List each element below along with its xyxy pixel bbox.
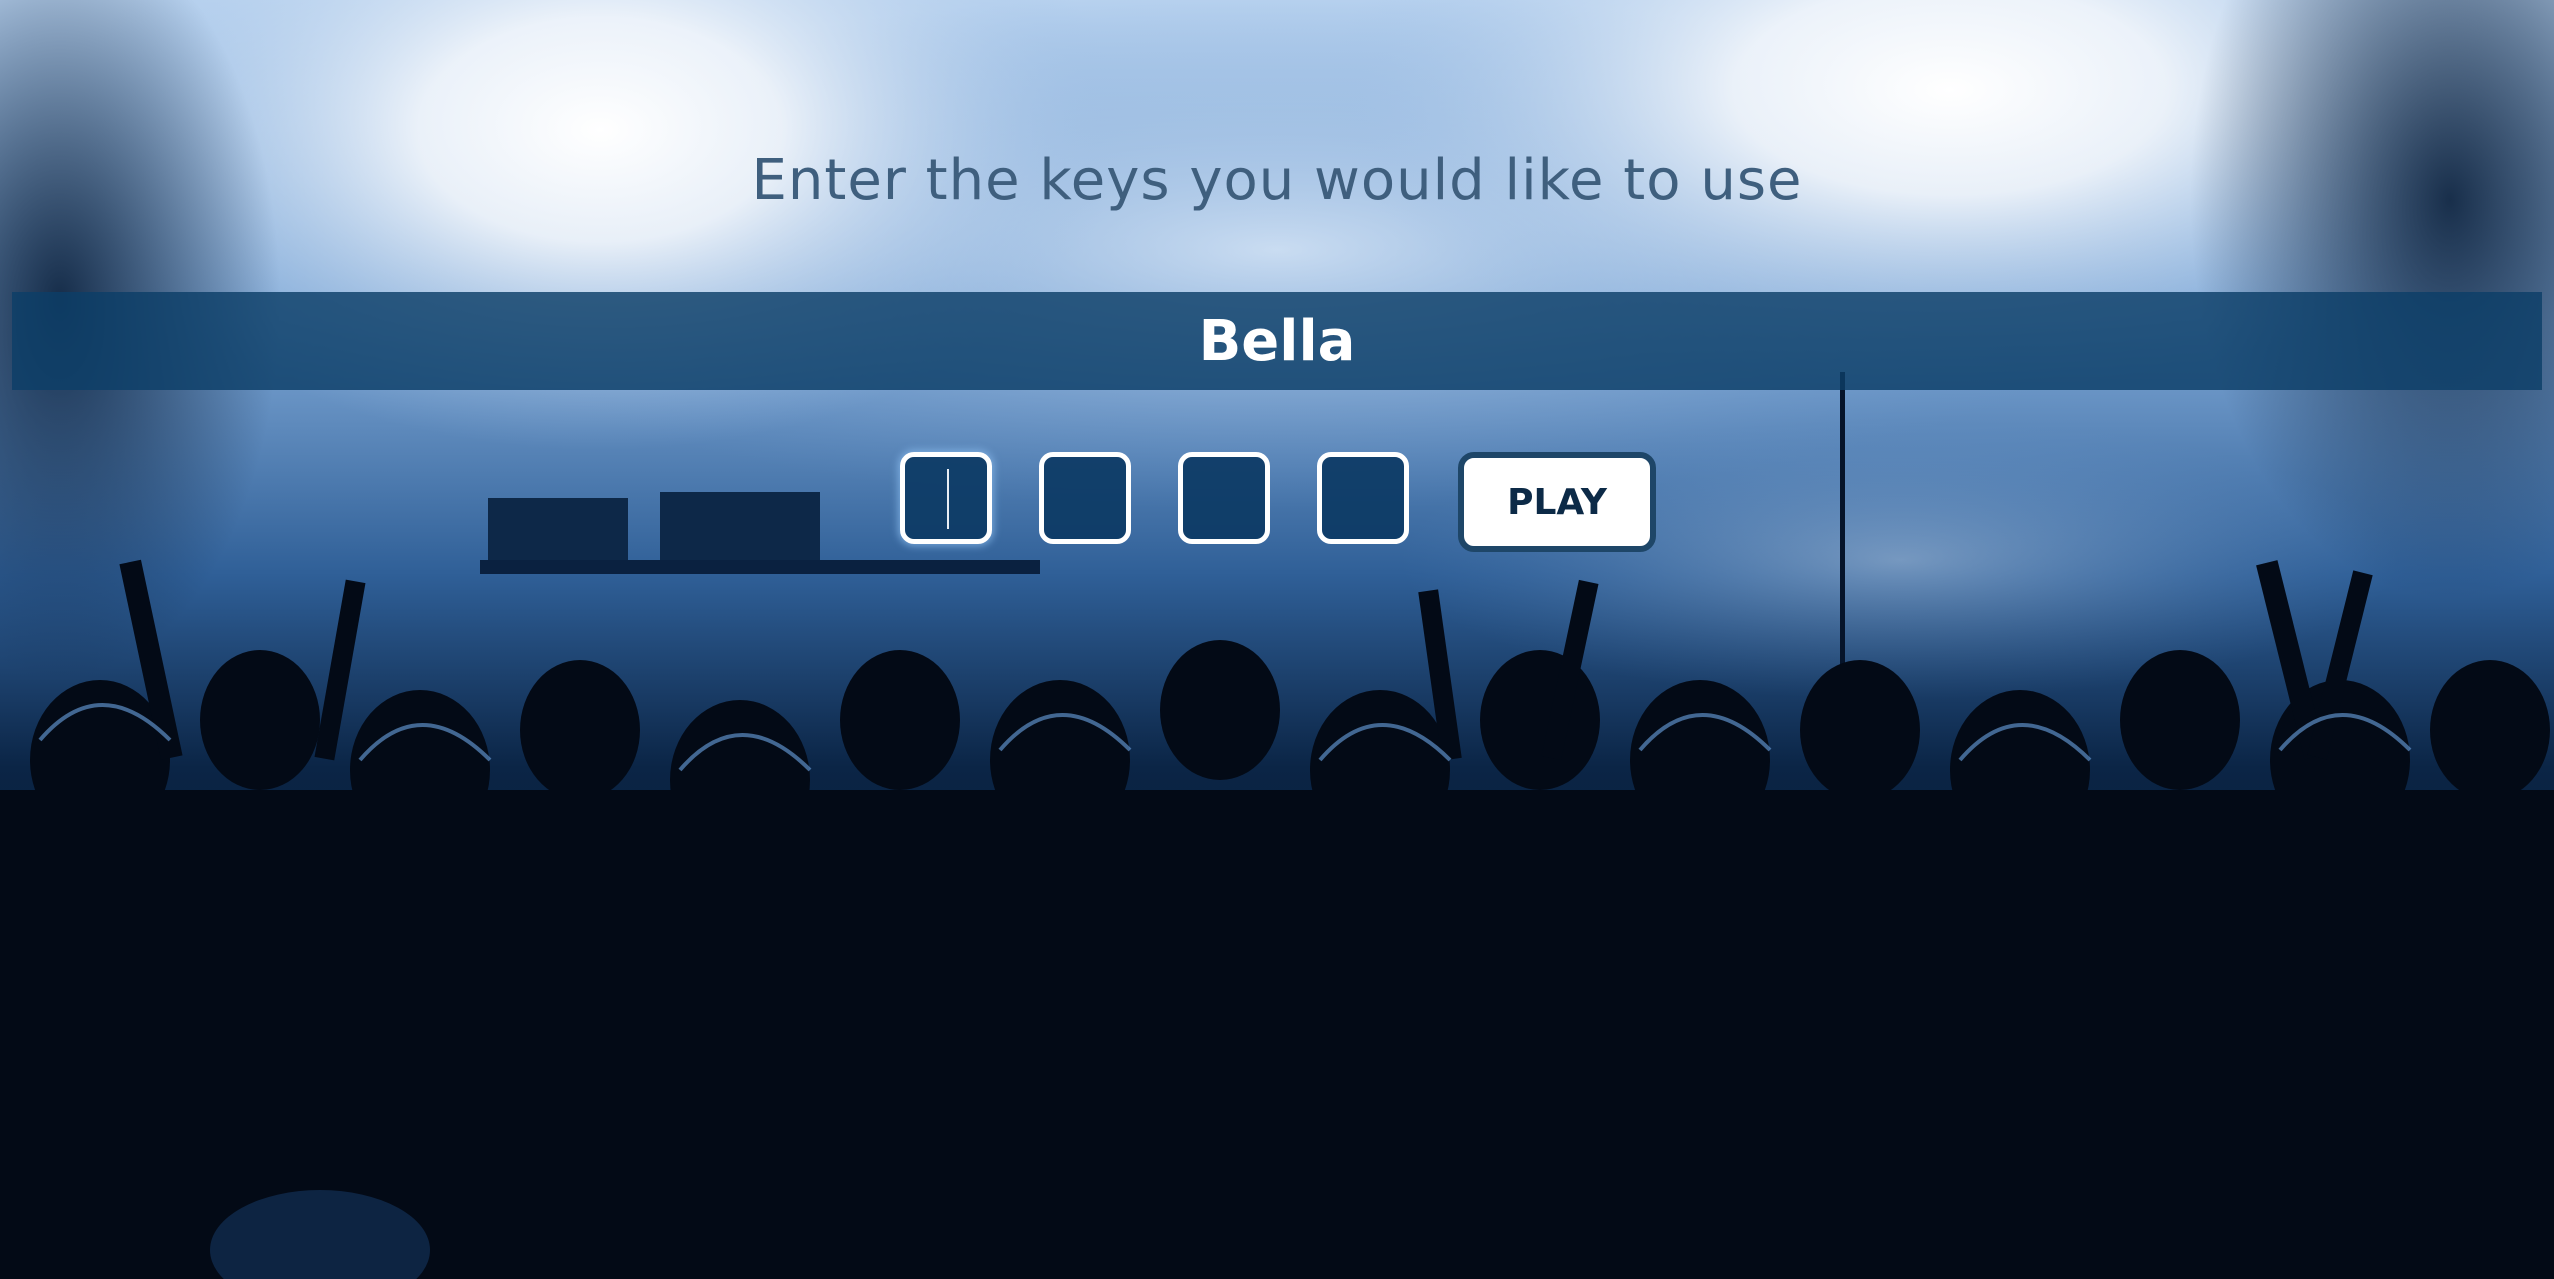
key-input-4[interactable]: [1317, 452, 1409, 544]
key-input-1[interactable]: [900, 452, 992, 544]
text-cursor: [947, 469, 949, 529]
key-input-3[interactable]: [1178, 452, 1270, 544]
instruction-text: Enter the keys you would like to use: [751, 148, 1803, 213]
player-name-banner: Bella: [12, 292, 2542, 390]
game-screen: Enter the keys you would like to use Bel…: [0, 0, 2554, 1279]
player-name: Bella: [1198, 308, 1356, 374]
key-entry-controls: PLAY: [0, 452, 2554, 552]
play-button[interactable]: PLAY: [1458, 452, 1656, 552]
key-input-2[interactable]: [1039, 452, 1131, 544]
